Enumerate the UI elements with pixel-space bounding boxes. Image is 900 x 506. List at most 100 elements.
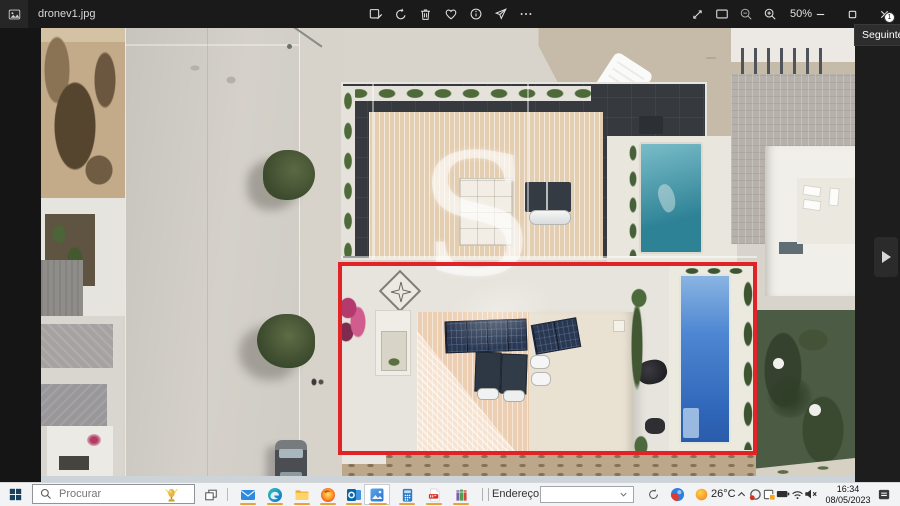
fullscreen-icon[interactable] — [690, 7, 705, 22]
palm-tree — [767, 376, 813, 418]
next-button-tooltip: Seguinte — [854, 24, 900, 46]
windows-logo-icon — [9, 488, 22, 501]
road-crack — [207, 28, 208, 482]
roof-planter — [345, 86, 591, 101]
view-controls: 50% — [690, 0, 812, 28]
weather-sun-icon[interactable] — [693, 485, 710, 504]
clock-time: 16:34 — [824, 484, 872, 495]
toolbar-grip[interactable] — [482, 488, 489, 501]
lounger — [802, 199, 821, 211]
vacant-lot — [41, 28, 125, 198]
watermark-line-h — [341, 256, 757, 258]
garden-umbrella — [809, 404, 821, 416]
running-indicator — [399, 503, 415, 505]
taskbar-search-box[interactable] — [32, 484, 195, 504]
address-toolbar-label: Endereço — [492, 483, 539, 506]
edit-image-icon[interactable] — [368, 7, 383, 22]
address-go-button[interactable] — [645, 485, 661, 504]
fit-to-window-icon[interactable] — [714, 7, 729, 22]
desktop-screen: dronev1.jpg — [0, 0, 900, 506]
ac-unit — [639, 116, 663, 134]
address-input[interactable] — [541, 488, 619, 501]
app-notification-tray-icon[interactable] — [762, 487, 776, 501]
dirt-strip — [342, 452, 756, 478]
notification-count-badge: 1 — [884, 12, 895, 23]
taskbar-clock[interactable]: 16:34 08/05/2023 — [824, 484, 872, 505]
taskbar-app-mail[interactable] — [237, 485, 259, 504]
tree — [257, 314, 315, 368]
photo-canvas[interactable]: S — [41, 28, 855, 482]
taskbar-app-file-explorer[interactable] — [291, 485, 313, 504]
photos-app-button[interactable] — [0, 0, 28, 28]
taskbar-app-calculator[interactable] — [396, 485, 418, 504]
left-house-bottom — [47, 426, 113, 482]
volume-muted-icon[interactable] — [804, 487, 818, 501]
taskbar-globe-app-icon[interactable] — [668, 485, 686, 504]
road — [125, 28, 299, 482]
zoom-in-icon[interactable] — [762, 7, 777, 22]
windows-taskbar: Endereço — [0, 482, 900, 506]
pedestrians — [311, 378, 325, 386]
taskbar-separator — [227, 488, 228, 501]
roof-terrace — [797, 178, 855, 244]
notification-center-button[interactable] — [876, 487, 892, 501]
left-house-window — [59, 456, 89, 470]
running-indicator — [320, 503, 336, 505]
notification-icon — [877, 487, 892, 502]
photos-app-titlebar: dronev1.jpg — [0, 0, 900, 28]
taskbar-app-outlook[interactable] — [343, 485, 365, 504]
battery-icon[interactable] — [776, 487, 790, 501]
neighbor-pool-plants — [627, 140, 639, 256]
left-flower — [87, 434, 101, 446]
red-annotation-rectangle — [338, 262, 757, 455]
info-icon[interactable] — [468, 7, 483, 22]
next-arrow-icon — [882, 251, 891, 263]
running-indicator — [346, 503, 362, 505]
left-driveway — [41, 324, 113, 368]
taskbar-app-firefox[interactable] — [317, 485, 339, 504]
garden-umbrella — [773, 358, 784, 369]
running-indicator — [294, 503, 310, 505]
zoom-out-icon[interactable] — [738, 7, 753, 22]
taskbar-app-pdf-viewer[interactable] — [423, 485, 445, 504]
sync-tray-icon[interactable] — [748, 487, 762, 501]
street-lamp-head — [287, 44, 292, 49]
taskbar-app-photos[interactable] — [366, 485, 388, 504]
taskbar-app-edge[interactable] — [264, 485, 286, 504]
taskbar-app-archive-manager[interactable] — [450, 485, 472, 504]
favorite-icon[interactable] — [443, 7, 458, 22]
running-indicator — [453, 503, 469, 505]
start-button[interactable] — [0, 483, 30, 506]
window-title-filename: dronev1.jpg — [38, 0, 96, 28]
chevron-down-icon[interactable] — [619, 490, 628, 499]
minimize-button[interactable] — [804, 0, 836, 28]
search-icon — [40, 488, 52, 500]
weather-temperature[interactable]: 26°C — [711, 483, 736, 506]
neighbor-pool — [639, 142, 703, 254]
hidden-icons-chevron[interactable] — [734, 487, 748, 501]
running-indicator — [240, 503, 256, 505]
lawn — [753, 310, 855, 482]
search-highlight-trophy-icon[interactable] — [163, 485, 180, 503]
watermark-line-v — [527, 84, 529, 260]
delete-icon[interactable] — [418, 7, 433, 22]
running-indicator — [369, 503, 387, 505]
photo-toolbar — [368, 0, 533, 28]
rotate-icon[interactable] — [393, 7, 408, 22]
address-combobox[interactable] — [540, 486, 634, 503]
watermark-line-v — [372, 84, 374, 260]
clock-date: 08/05/2023 — [824, 495, 872, 506]
refresh-icon — [647, 488, 660, 501]
network-wifi-icon[interactable] — [790, 487, 804, 501]
search-input[interactable] — [57, 487, 161, 501]
next-image-button[interactable] — [874, 237, 898, 277]
more-icon[interactable] — [518, 7, 533, 22]
left-driveway-2 — [41, 384, 107, 426]
lounger — [802, 185, 821, 197]
solar-water-heater-tank — [529, 210, 571, 225]
photos-app-icon — [8, 8, 21, 21]
task-view-button[interactable] — [200, 485, 222, 504]
car-windshield — [279, 449, 303, 458]
running-indicator — [267, 503, 283, 505]
share-icon[interactable] — [493, 7, 508, 22]
